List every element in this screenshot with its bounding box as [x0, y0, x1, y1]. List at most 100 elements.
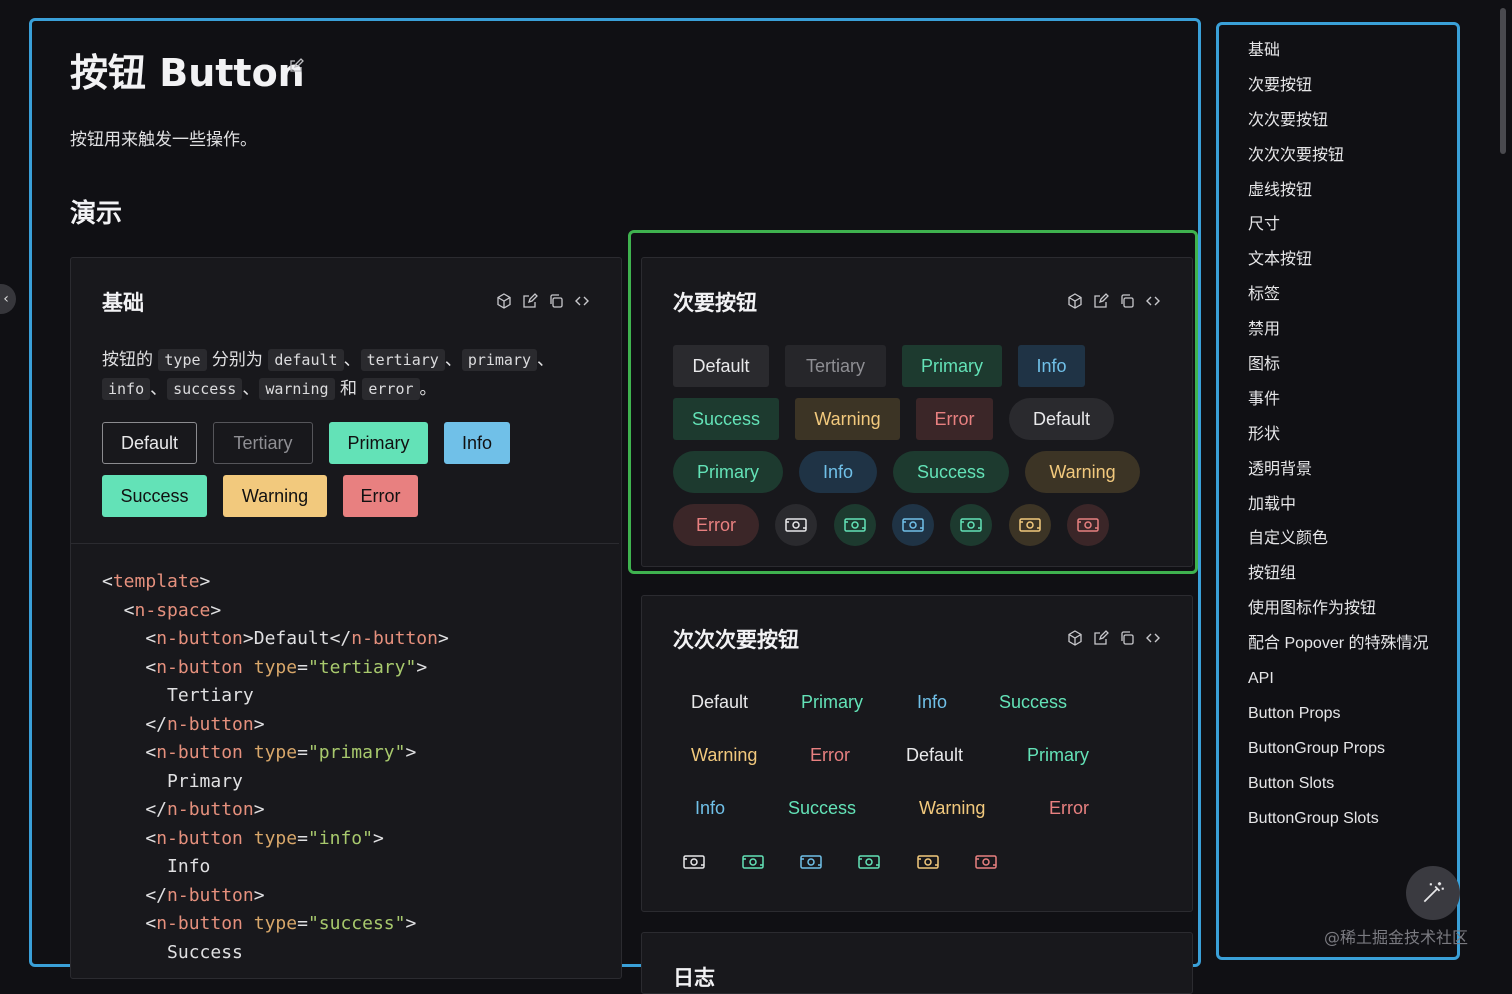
cash-icon[interactable] — [800, 853, 822, 871]
cash-icon[interactable] — [742, 853, 764, 871]
toc-item[interactable]: 次次要按钮 — [1248, 110, 1429, 145]
page-description: 按钮用来触发一些操作。 — [70, 130, 257, 150]
code-token: n-button — [167, 884, 254, 906]
warning-button[interactable]: Warning — [223, 475, 327, 517]
code-token: > — [253, 713, 265, 735]
edit-icon[interactable] — [522, 293, 538, 309]
secondary-success-button[interactable]: Success — [673, 398, 779, 440]
desc-text: 、 — [444, 350, 462, 370]
code-line: <n-space> — [102, 597, 449, 626]
quaternary-round-error-button[interactable]: Error — [1049, 798, 1089, 819]
success-button[interactable]: Success — [102, 475, 207, 517]
toc-item[interactable]: 使用图标作为按钮 — [1248, 598, 1429, 633]
quaternary-round-default-button[interactable]: Default — [906, 745, 963, 766]
inline-code: primary — [461, 349, 538, 371]
secondary-default-button[interactable]: Default — [673, 345, 769, 387]
code-token: </ — [102, 884, 168, 906]
secondary-circle-primary-button[interactable] — [834, 504, 876, 546]
primary-button[interactable]: Primary — [329, 422, 428, 464]
cash-icon[interactable] — [917, 853, 939, 871]
toc-item[interactable]: 配合 Popover 的特殊情况 — [1248, 633, 1429, 668]
code-icon[interactable] — [1145, 293, 1161, 309]
toc-item[interactable]: 加载中 — [1248, 494, 1429, 529]
copy-icon[interactable] — [548, 293, 564, 309]
sidebar-collapse-button[interactable]: ‹ — [0, 284, 16, 314]
cube-icon[interactable] — [1067, 293, 1083, 309]
secondary-round-info-button[interactable]: Info — [799, 451, 877, 493]
toc-item[interactable]: 图标 — [1248, 354, 1429, 389]
inline-code: warning — [259, 378, 335, 400]
quaternary-success-button[interactable]: Success — [999, 692, 1067, 713]
toc-item[interactable]: 尺寸 — [1248, 214, 1429, 249]
code-line: <n-button type="primary"> — [102, 739, 449, 768]
copy-icon[interactable] — [1119, 630, 1135, 646]
toc-item[interactable]: 透明背景 — [1248, 459, 1429, 494]
quaternary-round-primary-button[interactable]: Primary — [1027, 745, 1089, 766]
desc-text: 分别为 — [206, 350, 269, 370]
secondary-round-warning-button[interactable]: Warning — [1025, 451, 1140, 493]
quaternary-primary-button[interactable]: Primary — [801, 692, 863, 713]
cube-icon[interactable] — [1067, 630, 1083, 646]
toc-item[interactable]: 文本按钮 — [1248, 249, 1429, 284]
toc-item[interactable]: 基础 — [1248, 40, 1429, 75]
secondary-circle-default-button[interactable] — [775, 504, 817, 546]
secondary-circle-info-button[interactable] — [892, 504, 934, 546]
edit-icon[interactable] — [1093, 293, 1109, 309]
code-token: type — [253, 742, 298, 763]
toc-item[interactable]: 按钮组 — [1248, 563, 1429, 598]
secondary-round-default-button[interactable]: Default — [1009, 398, 1114, 440]
code-token: n-button — [167, 799, 254, 820]
copy-icon[interactable] — [1119, 293, 1135, 309]
default-button[interactable]: Default — [102, 422, 197, 464]
cash-icon[interactable] — [858, 853, 880, 871]
page-scrollbar[interactable] — [1500, 8, 1506, 154]
toc-item[interactable]: 事件 — [1248, 389, 1429, 424]
desc-text: 和 — [334, 379, 363, 399]
secondary-info-button[interactable]: Info — [1018, 345, 1085, 387]
info-button[interactable]: Info — [444, 422, 510, 464]
secondary-circle-error-button[interactable] — [1067, 504, 1109, 546]
tertiary-button[interactable]: Tertiary — [213, 422, 313, 464]
secondary-error-button[interactable]: Error — [916, 398, 993, 440]
quaternary-error-button[interactable]: Error — [810, 745, 850, 766]
secondary-round-error-button[interactable]: Error — [673, 504, 759, 546]
code-token: type — [253, 827, 298, 849]
secondary-tertiary-button[interactable]: Tertiary — [785, 345, 886, 387]
code-icon[interactable] — [574, 293, 590, 309]
toc-item[interactable]: 标签 — [1248, 284, 1429, 319]
quaternary-round-success-button[interactable]: Success — [788, 798, 856, 819]
code-token: Tertiary — [102, 685, 254, 706]
edit-icon[interactable] — [288, 58, 304, 74]
code-token: Success — [102, 941, 243, 963]
toc-item[interactable]: Button Slots — [1248, 773, 1429, 808]
toc-item[interactable]: 禁用 — [1248, 319, 1429, 354]
secondary-circle-warning-button[interactable] — [1009, 504, 1051, 546]
secondary-circle-success-button[interactable] — [950, 504, 992, 546]
toc-item[interactable]: 自定义颜色 — [1248, 528, 1429, 563]
secondary-primary-button[interactable]: Primary — [902, 345, 1002, 387]
toc-item[interactable]: ButtonGroup Props — [1248, 738, 1429, 773]
code-icon[interactable] — [1145, 630, 1161, 646]
edit-icon[interactable] — [1093, 630, 1109, 646]
error-button[interactable]: Error — [343, 475, 418, 517]
toc-item[interactable]: 形状 — [1248, 424, 1429, 459]
toc-item[interactable]: 次要按钮 — [1248, 75, 1429, 110]
secondary-warning-button[interactable]: Warning — [795, 398, 900, 440]
quaternary-round-warning-button[interactable]: Warning — [919, 798, 985, 819]
cash-icon[interactable] — [975, 853, 997, 871]
quaternary-info-button[interactable]: Info — [917, 692, 947, 713]
desc-text: 、 — [537, 350, 555, 370]
secondary-round-success-button[interactable]: Success — [893, 451, 1009, 493]
quaternary-round-info-button[interactable]: Info — [695, 798, 725, 819]
cube-icon[interactable] — [496, 293, 512, 309]
quaternary-warning-button[interactable]: Warning — [691, 745, 757, 766]
toc-item[interactable]: Button Props — [1248, 703, 1429, 738]
cash-icon[interactable] — [683, 853, 705, 871]
quaternary-default-button[interactable]: Default — [691, 692, 748, 713]
secondary-round-primary-button[interactable]: Primary — [673, 451, 783, 493]
toc-item[interactable]: 次次次要按钮 — [1248, 145, 1429, 180]
toc-item[interactable]: 虚线按钮 — [1248, 180, 1429, 215]
toc-item[interactable]: API — [1248, 668, 1429, 703]
theme-editor-button[interactable] — [1406, 866, 1460, 920]
toc-item[interactable]: ButtonGroup Slots — [1248, 808, 1429, 843]
